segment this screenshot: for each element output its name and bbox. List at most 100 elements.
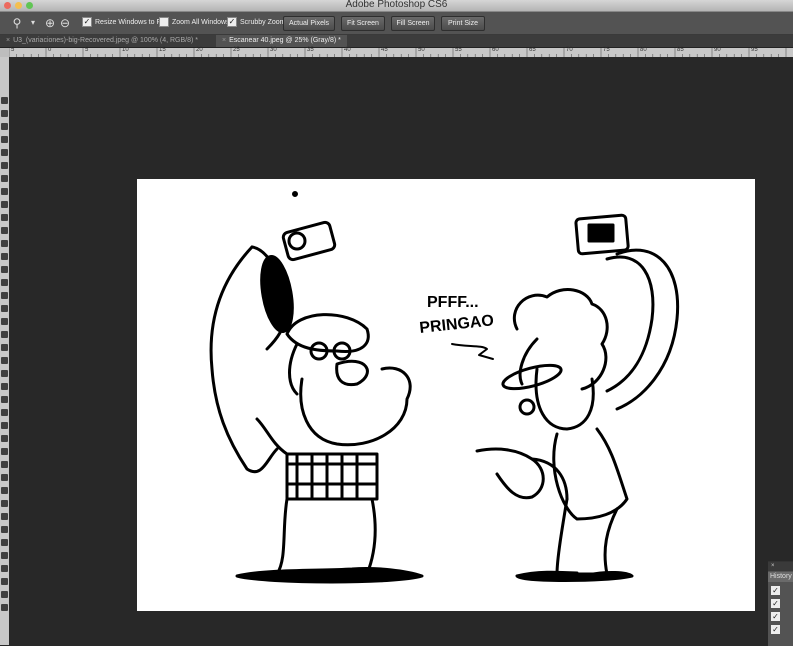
- zoom-out-icon[interactable]: ⊖: [58, 16, 72, 30]
- zoom-in-icon[interactable]: ⊕: [43, 16, 57, 30]
- fill-screen-button[interactable]: Fill Screen: [391, 16, 435, 31]
- tool-button[interactable]: [1, 357, 8, 364]
- history-checkmark-icon[interactable]: ✓: [771, 599, 780, 608]
- ruler-label: 80: [640, 47, 647, 53]
- actual-pixels-button[interactable]: Actual Pixels: [283, 16, 335, 31]
- fit-screen-button[interactable]: Fit Screen: [341, 16, 385, 31]
- tool-button[interactable]: [1, 409, 8, 416]
- tool-button[interactable]: [1, 383, 8, 390]
- tool-button[interactable]: [1, 526, 8, 533]
- speech-tail: [451, 343, 494, 360]
- ruler-label: 0: [48, 47, 52, 53]
- history-checkmark-icon[interactable]: ✓: [771, 612, 780, 621]
- title-bar: Adobe Photoshop CS6: [0, 0, 793, 12]
- zoom-all-windows-label: Zoom All Windows: [172, 18, 230, 26]
- checkmark-icon: ✓: [82, 17, 92, 27]
- ruler-label: 90: [714, 47, 721, 53]
- ruler-label: 45: [381, 47, 388, 53]
- zoom-tool-icon[interactable]: ⚲: [10, 16, 24, 30]
- tool-button[interactable]: [1, 253, 8, 260]
- young-man-drawing: [475, 213, 680, 582]
- ruler-label: 85: [677, 47, 684, 53]
- close-tab-icon[interactable]: ×: [6, 37, 10, 44]
- ruler-label: 60: [492, 47, 499, 53]
- tool-button[interactable]: [1, 149, 8, 156]
- ruler-label: 50: [418, 47, 425, 53]
- ruler-label: 95: [751, 47, 758, 53]
- tools-panel: [0, 57, 9, 645]
- tool-button[interactable]: [1, 97, 8, 104]
- ruler-label: 40: [344, 47, 351, 53]
- tool-button[interactable]: [1, 175, 8, 182]
- tool-button[interactable]: [1, 591, 8, 598]
- tool-button[interactable]: [1, 136, 8, 143]
- tool-button[interactable]: [1, 565, 8, 572]
- tool-button[interactable]: [1, 500, 8, 507]
- tool-button[interactable]: [1, 604, 8, 611]
- scrubby-zoom-checkbox[interactable]: ✓ Scrubby Zoom: [227, 17, 286, 27]
- zoom-all-windows-checkbox[interactable]: Zoom All Windows: [159, 17, 230, 27]
- history-panel-header: ×: [768, 562, 793, 571]
- tool-button[interactable]: [1, 331, 8, 338]
- tool-button[interactable]: [1, 344, 8, 351]
- history-panel: × History ✓ ✓ ✓ ✓: [768, 561, 793, 646]
- ruler-label: 30: [270, 47, 277, 53]
- tool-button[interactable]: [1, 552, 8, 559]
- tool-button[interactable]: [1, 448, 8, 455]
- tool-button[interactable]: [1, 305, 8, 312]
- ruler-label: 25: [233, 47, 240, 53]
- ruler-label: 15: [159, 47, 166, 53]
- speech-text-line2: PRINGAO: [419, 312, 495, 337]
- tool-button[interactable]: [1, 188, 8, 195]
- ruler-label: 35: [307, 47, 314, 53]
- ruler-label: 5: [85, 47, 89, 53]
- document-canvas[interactable]: PFFF... PRINGAO: [137, 179, 755, 611]
- tool-button[interactable]: [1, 578, 8, 585]
- scrubby-zoom-label: Scrubby Zoom: [240, 18, 286, 26]
- tool-button[interactable]: [1, 110, 8, 117]
- print-size-button[interactable]: Print Size: [441, 16, 485, 31]
- tool-button[interactable]: [1, 201, 8, 208]
- tool-button[interactable]: [1, 240, 8, 247]
- tool-button[interactable]: [1, 266, 8, 273]
- tool-button[interactable]: [1, 318, 8, 325]
- tab-label: Escanear 40.jpeg @ 25% (Gray/8) *: [229, 37, 341, 44]
- tool-button[interactable]: [1, 123, 8, 130]
- tool-button[interactable]: [1, 227, 8, 234]
- tool-button[interactable]: [1, 396, 8, 403]
- tab-label: U3_(variaciones)-big-Recovered.jpeg @ 10…: [13, 37, 199, 44]
- tool-preset-chevron-icon[interactable]: ▾: [26, 16, 40, 30]
- resize-windows-to-fit-checkbox[interactable]: ✓ Resize Windows to Fit: [82, 17, 164, 27]
- close-panel-icon[interactable]: ×: [771, 563, 775, 569]
- cartoon-artwork: PFFF... PRINGAO: [209, 191, 680, 584]
- ruler-label: 75: [603, 47, 610, 53]
- tool-button[interactable]: [1, 487, 8, 494]
- history-checkmark-icon[interactable]: ✓: [771, 625, 780, 634]
- bearded-man-drawing: [209, 220, 424, 584]
- ruler-label: 20: [196, 47, 203, 53]
- close-tab-icon[interactable]: ×: [222, 37, 226, 44]
- horizontal-ruler[interactable]: 5 0 5 10 15 20 25 30 35 40 45 50 55 60 65 70 75 80 85 90 95: [9, 47, 793, 57]
- history-checkmark-icon[interactable]: ✓: [771, 586, 780, 595]
- tool-button[interactable]: [1, 214, 8, 221]
- options-bar: ⚲ ▾ ⊕ ⊖ ✓ Resize Windows to Fit Zoom All…: [0, 12, 793, 35]
- ruler-label: 70: [566, 47, 573, 53]
- speech-text-line1: PFFF...: [427, 294, 479, 311]
- tool-button[interactable]: [1, 162, 8, 169]
- tool-button[interactable]: [1, 474, 8, 481]
- tool-button[interactable]: [1, 279, 8, 286]
- tab-escanear-40[interactable]: × Escanear 40.jpeg @ 25% (Gray/8) *: [216, 35, 347, 47]
- tool-button[interactable]: [1, 422, 8, 429]
- checkmark-icon: ✓: [227, 17, 237, 27]
- ruler-label: 65: [529, 47, 536, 53]
- tool-button[interactable]: [1, 435, 8, 442]
- app-title: Adobe Photoshop CS6: [345, 0, 448, 10]
- tab-u3-variaciones[interactable]: × U3_(variaciones)-big-Recovered.jpeg @ 1…: [0, 35, 204, 47]
- ruler-origin[interactable]: [0, 48, 9, 57]
- tool-button[interactable]: [1, 370, 8, 377]
- tool-button[interactable]: [1, 539, 8, 546]
- history-tab[interactable]: History: [768, 572, 793, 582]
- tool-button[interactable]: [1, 292, 8, 299]
- tool-button[interactable]: [1, 461, 8, 468]
- tool-button[interactable]: [1, 513, 8, 520]
